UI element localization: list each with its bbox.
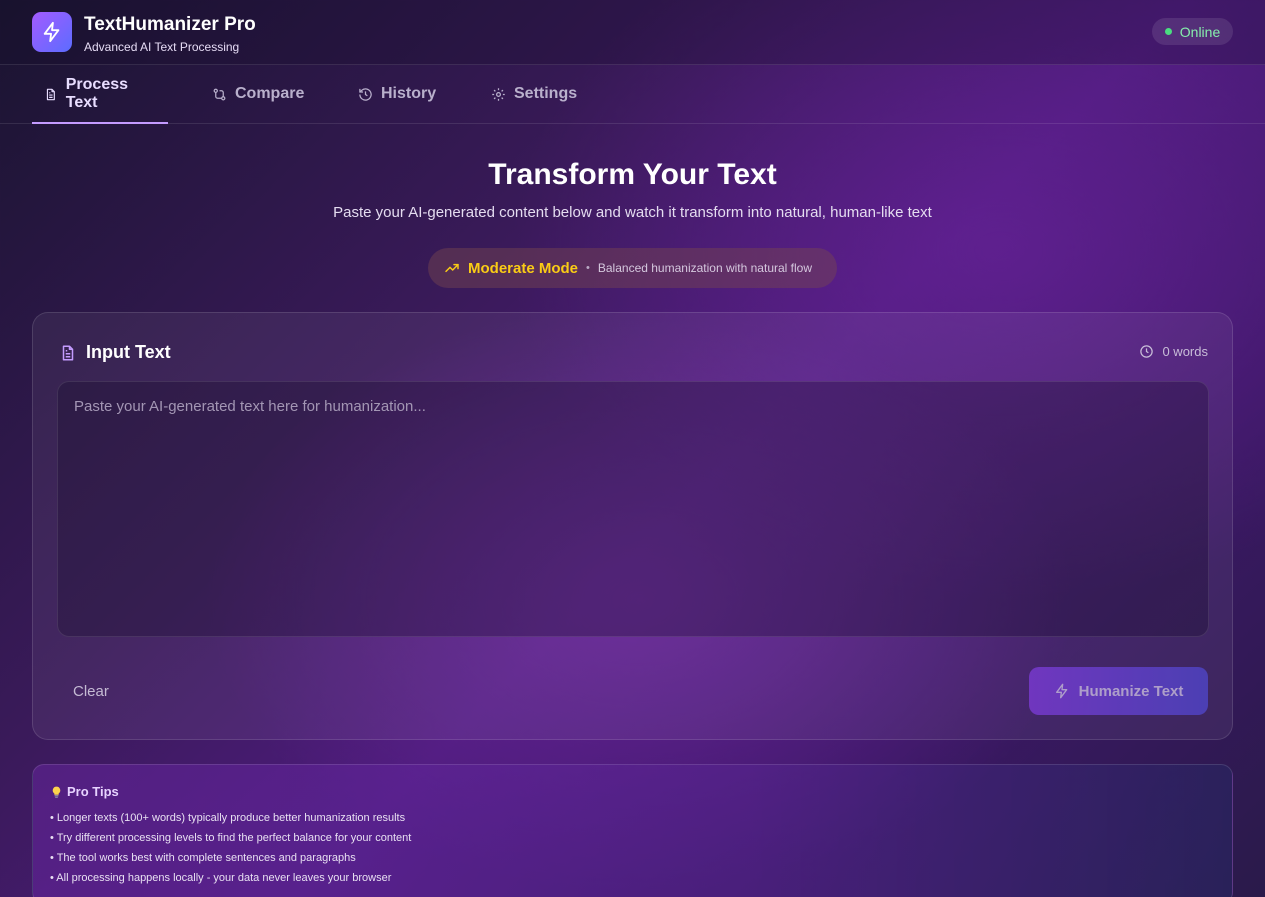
humanize-button[interactable]: Humanize Text bbox=[1029, 667, 1208, 715]
app-subtitle: Advanced AI Text Processing bbox=[84, 40, 240, 54]
word-count-label: 0 words bbox=[1162, 344, 1208, 359]
document-icon bbox=[62, 345, 74, 360]
list-item: • All processing happens locally - your … bbox=[50, 872, 392, 884]
page-title: Transform Your Text bbox=[488, 158, 777, 191]
page-subtitle: Paste your AI-generated content below an… bbox=[333, 204, 932, 221]
input-title-label: Input Text bbox=[86, 342, 171, 362]
status-label: Online bbox=[1179, 23, 1221, 40]
lightning-icon bbox=[1055, 683, 1067, 699]
pro-tips-panel: Pro Tips • Longer texts (100+ words) typ… bbox=[32, 764, 1233, 897]
list-item: • Longer texts (100+ words) typically pr… bbox=[50, 812, 406, 824]
tab-label: Settings bbox=[514, 85, 578, 102]
mode-description: Balanced humanization with natural flow bbox=[597, 261, 812, 275]
tab-compare[interactable]: Compare bbox=[200, 65, 316, 123]
trending-up-icon bbox=[445, 263, 459, 273]
mode-badge[interactable]: Moderate Mode • Balanced humanization wi… bbox=[428, 248, 837, 288]
mode-separator: • bbox=[586, 262, 590, 274]
input-textarea[interactable] bbox=[57, 381, 1209, 637]
git-compare-icon bbox=[213, 88, 226, 100]
lightning-icon bbox=[43, 21, 60, 43]
tab-history[interactable]: History bbox=[346, 65, 448, 123]
list-item: • The tool works best with complete sent… bbox=[50, 852, 356, 864]
status-dot-icon bbox=[1164, 28, 1172, 35]
tab-settings[interactable]: Settings bbox=[479, 65, 589, 123]
gear-icon bbox=[492, 87, 505, 101]
document-icon bbox=[46, 88, 55, 100]
tab-label: Process Text bbox=[65, 76, 129, 111]
tab-label: History bbox=[381, 85, 437, 102]
app-logo bbox=[32, 12, 72, 52]
main-tabs: Process Text Compare History Settings bbox=[0, 65, 1265, 124]
humanize-button-label: Humanize Text bbox=[1078, 682, 1184, 700]
pro-tips-list: • Longer texts (100+ words) typically pr… bbox=[50, 811, 411, 891]
clock-icon bbox=[1140, 345, 1154, 358]
list-item: • Try different processing levels to fin… bbox=[50, 832, 412, 844]
mode-label: Moderate Mode bbox=[468, 259, 579, 277]
pro-tips-label: Pro Tips bbox=[67, 784, 119, 799]
input-card-title: Input Text bbox=[59, 342, 171, 363]
app-header: TextHumanizer Pro Advanced AI Text Proce… bbox=[0, 0, 1265, 65]
word-count: 0 words bbox=[1139, 344, 1208, 359]
history-icon bbox=[359, 87, 372, 101]
tab-process-text[interactable]: Process Text bbox=[32, 65, 168, 124]
input-card: Input Text 0 words Clear Humanize Text bbox=[32, 312, 1233, 740]
pro-tips-title: Pro Tips bbox=[50, 784, 119, 799]
lightbulb-icon bbox=[52, 786, 61, 798]
clear-button[interactable]: Clear bbox=[59, 667, 123, 715]
status-badge: Online bbox=[1152, 18, 1233, 45]
tab-label: Compare bbox=[235, 85, 305, 102]
app-title: TextHumanizer Pro bbox=[84, 14, 256, 35]
